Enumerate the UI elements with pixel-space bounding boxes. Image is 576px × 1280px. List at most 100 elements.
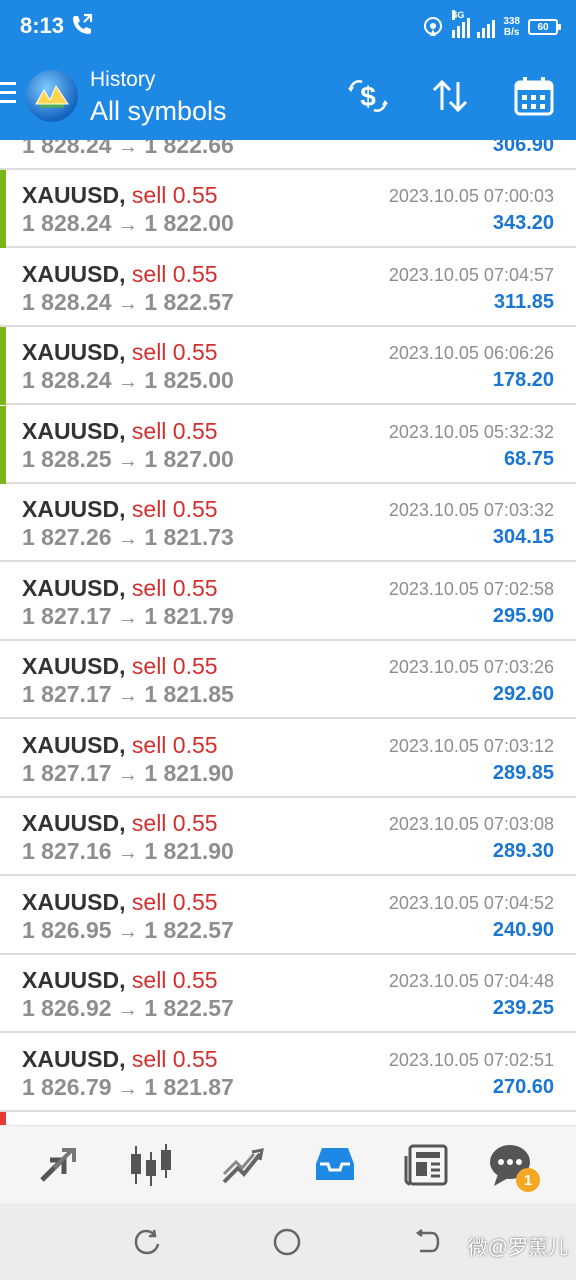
inbox-icon xyxy=(316,1148,354,1180)
trade-side: sell 0.55 xyxy=(131,496,218,522)
app-logo xyxy=(26,70,78,122)
trade-profit: 239.25 xyxy=(492,997,554,1019)
trade-symbol: XAUUSD, sell 0.55 xyxy=(22,496,218,522)
network-speed: 338 B/s xyxy=(503,16,520,38)
trade-prices: 1 827.26 → 1 821.73 xyxy=(22,524,234,550)
trade-side: sell 0.55 xyxy=(131,260,218,287)
status-bar: 8:13 4G 338 B/s 60 xyxy=(0,0,576,54)
list-item[interactable]: XAUUSD, sell 0.55 1 827.26 → 1 821.73 2023… xyxy=(0,484,576,562)
trade-side: sell 0.55 xyxy=(131,339,218,365)
trade-profit: 295.90 xyxy=(492,604,554,627)
trade-time: 2023.10.05 07:03:26 xyxy=(388,657,554,677)
trade-symbol: XAUUSD, sell 0.55 xyxy=(22,417,218,444)
network-type: 4G xyxy=(452,10,465,20)
trade-symbol: XAUUSD, sell 0.55 xyxy=(22,574,218,601)
trade-symbol: XAUUSD, sell 0.55 xyxy=(22,260,218,287)
status-accent-bar xyxy=(0,405,6,484)
signal-icon: 4G xyxy=(452,10,496,38)
list-item[interactable]: 1 828.24 → 1 822.66 306.90 xyxy=(0,140,576,170)
arrow-right-icon: → xyxy=(117,371,138,393)
trade-profit: 178.20 xyxy=(492,369,554,391)
trade-profit: 306.90 xyxy=(492,140,554,156)
trade-profit: 292.60 xyxy=(492,683,554,705)
loss-indicator xyxy=(0,1112,6,1125)
trade-symbol: XAUUSD, sell 0.55 xyxy=(22,888,218,915)
trade-side: sell 0.55 xyxy=(131,731,218,758)
news-tab[interactable] xyxy=(404,1142,450,1188)
list-item[interactable]: XAUUSD, sell 0.55 1 827.17 → 1 821.90 2023… xyxy=(0,720,576,798)
back-icon[interactable] xyxy=(412,1227,442,1257)
arrow-right-icon: → xyxy=(117,449,138,472)
list-item[interactable]: XAUUSD, sell 0.55 1 827.16 → 1 821.90 2023… xyxy=(0,798,576,876)
list-item[interactable]: XAUUSD, sell 0.55 1 828.24 → 1 822.00 2023… xyxy=(0,170,576,248)
trade-profit: 240.90 xyxy=(492,918,554,941)
list-item[interactable]: XAUUSD, sell 0.55 1 828.24 → 1 822.57 2023… xyxy=(0,249,576,327)
list-item[interactable]: XAUUSD, sell 0.55 1 826.79 → 1 821.87 2023… xyxy=(0,1034,576,1112)
trade-side: sell 0.55 xyxy=(131,417,218,444)
dollar-exchange-icon[interactable]: $ xyxy=(346,74,390,118)
candlestick-icon xyxy=(131,1144,171,1186)
status-indicators: 4G 338 B/s 60 xyxy=(422,10,561,44)
status-accent-bar xyxy=(0,170,6,248)
trade-time: 2023.10.05 07:03:08 xyxy=(388,814,554,834)
chart-tab[interactable] xyxy=(128,1142,174,1188)
arrow-right-icon: → xyxy=(117,606,138,629)
list-item[interactable]: XAUUSD, sell 0.55 1 826.95 → 1 822.57 2023… xyxy=(0,877,576,955)
sort-icon[interactable] xyxy=(428,74,472,118)
list-item[interactable]: XAUUSD, sell 0.55 1 828.24 → 1 825.00 2023… xyxy=(0,327,576,405)
list-item[interactable]: XAUUSD, sell 0.55 1 827.17 → 1 821.79 2023… xyxy=(0,563,576,641)
trade-prices: 1 828.24 → 1 822.57 xyxy=(22,288,234,315)
status-accent-bar xyxy=(0,327,6,405)
trade-time: 2023.10.05 07:02:51 xyxy=(388,1049,554,1070)
arrow-right-icon: → xyxy=(117,842,138,864)
history-tab[interactable] xyxy=(312,1142,358,1188)
trade-symbol: XAUUSD, sell 0.55 xyxy=(22,810,218,836)
trade-symbol: XAUUSD, sell 0.55 xyxy=(22,967,218,993)
trade-symbol: XAUUSD, sell 0.55 xyxy=(22,1045,218,1072)
newspaper-icon xyxy=(404,1144,448,1186)
trade-side: sell 0.55 xyxy=(131,888,218,915)
trade-side: sell 0.55 xyxy=(131,967,218,993)
screen: 8:13 4G 338 B/s 60 History All symbols $… xyxy=(0,0,576,1280)
trade-profit: 311.85 xyxy=(493,290,554,313)
messages-tab[interactable]: 1 xyxy=(488,1142,540,1192)
watermark: 微@罗薫儿 xyxy=(467,1237,568,1259)
trade-prices: 1 827.16 → 1 821.90 xyxy=(22,838,234,864)
trade-profit: 343.20 xyxy=(492,212,554,234)
trade-prices: 1 826.79 → 1 821.87 xyxy=(22,1073,234,1100)
trade-time: 2023.10.05 07:03:12 xyxy=(388,735,554,756)
calendar-icon[interactable] xyxy=(512,74,556,118)
svg-text:$: $ xyxy=(360,81,376,112)
arrow-right-icon: → xyxy=(117,763,138,786)
arrow-right-icon: → xyxy=(117,999,138,1021)
trade-prices: 1 826.95 → 1 822.57 xyxy=(22,916,234,943)
trade-time: 2023.10.05 07:04:57 xyxy=(388,264,554,285)
trade-side: sell 0.55 xyxy=(131,810,218,836)
list-item[interactable]: XAUUSD, sell 0.55 1 826.92 → 1 822.57 2023… xyxy=(0,955,576,1033)
trade-time: 2023.10.05 06:06:26 xyxy=(388,343,554,363)
list-item[interactable]: XAUUSD, sell 0.55 1 827.17 → 1 821.85 2023… xyxy=(0,641,576,719)
status-time: 8:13 xyxy=(20,13,65,38)
history-list[interactable]: 1 828.24 → 1 822.66 306.90 XAUUSD, sell … xyxy=(0,140,576,1125)
home-icon[interactable] xyxy=(272,1227,302,1257)
trade-prices: 1 828.24 → 1 822.00 xyxy=(22,210,234,236)
trade-tab[interactable] xyxy=(220,1142,266,1188)
trade-time: 2023.10.05 07:04:52 xyxy=(388,892,554,913)
trade-time: 2023.10.05 07:00:03 xyxy=(388,186,554,206)
trade-prices: 1 828.24 → 1 822.66 xyxy=(22,140,234,159)
menu-icon[interactable] xyxy=(0,82,18,110)
trade-time: 2023.10.05 07:04:48 xyxy=(388,971,554,991)
quotes-arrows-icon xyxy=(40,1148,76,1182)
trade-symbol: XAUUSD, sell 0.55 xyxy=(22,182,218,208)
trade-chart-icon xyxy=(222,1148,264,1184)
quotes-tab[interactable] xyxy=(36,1142,82,1188)
battery-icon: 60 xyxy=(528,19,561,35)
trade-profit: 270.60 xyxy=(492,1075,554,1098)
recent-apps-icon[interactable] xyxy=(132,1227,162,1257)
arrow-right-icon: → xyxy=(117,1077,138,1100)
list-item[interactable]: XAUUSD, sell 0.55 1 828.25 → 1 827.00 2023… xyxy=(0,405,576,484)
arrow-right-icon: → xyxy=(117,214,138,236)
page-title[interactable]: All symbols xyxy=(90,96,227,127)
bottom-tab-bar: 1 xyxy=(0,1125,576,1203)
trade-profit: 289.30 xyxy=(492,840,554,862)
